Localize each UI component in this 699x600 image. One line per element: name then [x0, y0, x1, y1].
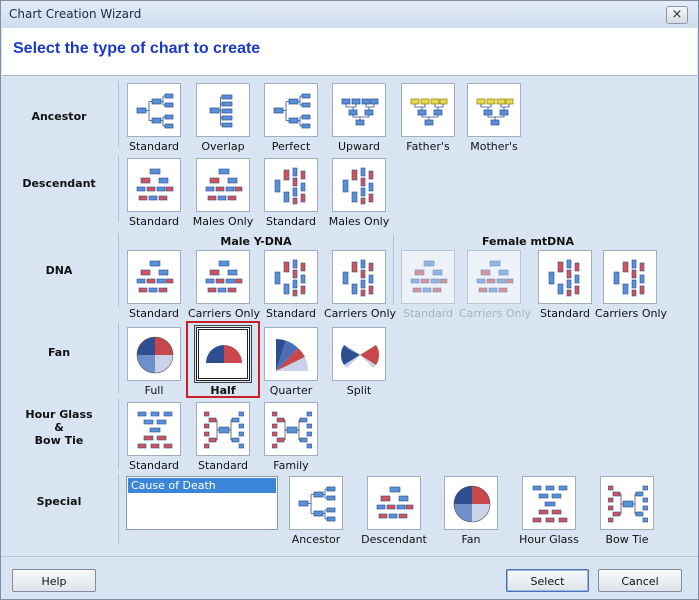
dna-female-vertical-icon	[546, 258, 586, 298]
descendant-vertical-males-icon	[340, 166, 380, 206]
fan-split-icon	[340, 335, 380, 375]
tile-dna-male-vertical-standard[interactable]: Standard	[256, 250, 326, 320]
tile-dna-male-vertical-carriers[interactable]: Carriers Only	[324, 250, 396, 320]
page-title: Select the type of chart to create	[13, 40, 261, 57]
dna-female-carriers-icon	[475, 258, 515, 298]
fan-full-icon	[452, 484, 492, 524]
tile-special-bowtie[interactable]: Bow Tie	[592, 476, 662, 546]
descendant-males-icon	[204, 166, 244, 206]
dna-male-vertical-carriers-icon	[340, 258, 380, 298]
tile-ancestor-standard[interactable]: Standard	[119, 83, 189, 153]
tile-dna-female-vertical-carriers[interactable]: Carriers Only	[595, 250, 667, 320]
dna-female-standard-icon	[409, 258, 449, 298]
dna-male-standard-icon	[135, 258, 175, 298]
descendant-chart-icon	[375, 484, 415, 524]
bowtie-chart-icon	[608, 484, 648, 524]
upward-chart-icon	[340, 91, 380, 131]
tile-dna-female-vertical-standard[interactable]: Standard	[530, 250, 600, 320]
row-label-hourglass: Hour Glass & Bow Tie	[5, 408, 113, 447]
button-bar: Help Select Cancel	[1, 556, 698, 600]
tile-dna-female-carriers: Carriers Only	[459, 250, 531, 320]
divider	[118, 474, 119, 544]
row-label-dna: DNA	[45, 264, 73, 277]
descendant-vertical-icon	[272, 166, 312, 206]
fan-quarter-icon	[272, 335, 312, 375]
group-title-female-mtdna: Female mtDNA	[481, 235, 575, 248]
tile-special-ancestor[interactable]: Ancestor	[281, 476, 351, 546]
tile-special-fan[interactable]: Fan	[436, 476, 506, 546]
tile-dna-male-carriers[interactable]: Carriers Only	[188, 250, 260, 320]
tile-fan-full[interactable]: Full	[119, 327, 189, 397]
row-label-hourglass-line3: Bow Tie	[34, 434, 84, 447]
descendant-chart-icon	[135, 166, 175, 206]
title-bar: Chart Creation Wizard ×	[1, 1, 698, 28]
tile-fan-quarter[interactable]: Quarter	[256, 327, 326, 397]
close-button[interactable]: ×	[666, 6, 688, 24]
perfect-chart-icon	[272, 91, 312, 131]
hourglass-chart-icon	[530, 484, 570, 524]
row-label-descendant: Descendant	[22, 177, 96, 190]
group-title-male-ydna: Male Y-DNA	[220, 235, 292, 248]
bowtie-chart-icon	[204, 410, 244, 450]
tile-fan-split[interactable]: Split	[324, 327, 394, 397]
dna-female-vertical-carriers-icon	[611, 258, 651, 298]
tile-descendant-males-only[interactable]: Males Only	[188, 158, 258, 228]
fan-half-icon	[204, 335, 244, 375]
tile-descendant-vertical-males-only[interactable]: Males Only	[324, 158, 394, 228]
ancestor-chart-icon	[135, 91, 175, 131]
tile-bowtie-family[interactable]: Family	[256, 402, 326, 472]
chart-type-panel: Ancestor Descendant DNA Fan Hour Glass &…	[1, 77, 698, 555]
tile-special-hourglass[interactable]: Hour Glass	[514, 476, 584, 546]
tile-fan-half[interactable]: Half	[188, 325, 258, 397]
ancestor-chart-icon	[297, 484, 337, 524]
dna-male-vertical-icon	[272, 258, 312, 298]
fan-full-icon	[135, 335, 175, 375]
row-label-ancestor: Ancestor	[31, 110, 87, 123]
window-title: Chart Creation Wizard	[9, 7, 142, 21]
fathers-chart-icon	[409, 91, 449, 131]
tile-ancestor-fathers[interactable]: Father's	[393, 83, 463, 153]
row-label-hourglass-line1: Hour Glass	[25, 408, 93, 421]
tile-ancestor-upward[interactable]: Upward	[324, 83, 394, 153]
cancel-button[interactable]: Cancel	[598, 569, 682, 592]
hourglass-chart-icon	[135, 410, 175, 450]
mothers-chart-icon	[475, 91, 515, 131]
tile-bowtie-standard[interactable]: Standard	[188, 402, 258, 472]
row-label-hourglass-line2: &	[54, 421, 64, 434]
tile-dna-male-standard[interactable]: Standard	[119, 250, 189, 320]
tile-hourglass-standard[interactable]: Standard	[119, 402, 189, 472]
tile-ancestor-overlap[interactable]: Overlap	[188, 83, 258, 153]
special-chart-list[interactable]: Cause of Death	[126, 476, 278, 530]
close-icon: ×	[671, 7, 683, 22]
tile-descendant-standard[interactable]: Standard	[119, 158, 189, 228]
select-button[interactable]: Select	[506, 569, 589, 592]
help-button[interactable]: Help	[12, 569, 96, 592]
tile-ancestor-mothers[interactable]: Mother's	[459, 83, 529, 153]
dna-male-carriers-icon	[204, 258, 244, 298]
tile-ancestor-perfect[interactable]: Perfect	[256, 83, 326, 153]
list-item[interactable]: Cause of Death	[128, 478, 276, 493]
tile-dna-female-standard: Standard	[393, 250, 463, 320]
wizard-header: Select the type of chart to create	[2, 28, 697, 76]
wizard-window: Chart Creation Wizard × Select the type …	[0, 0, 699, 600]
row-label-fan: Fan	[47, 346, 71, 359]
row-label-special: Special	[36, 495, 82, 508]
tile-descendant-vertical-standard[interactable]: Standard	[256, 158, 326, 228]
overlap-chart-icon	[204, 91, 244, 131]
bowtie-family-icon	[272, 410, 312, 450]
tile-special-descendant[interactable]: Descendant	[359, 476, 429, 546]
